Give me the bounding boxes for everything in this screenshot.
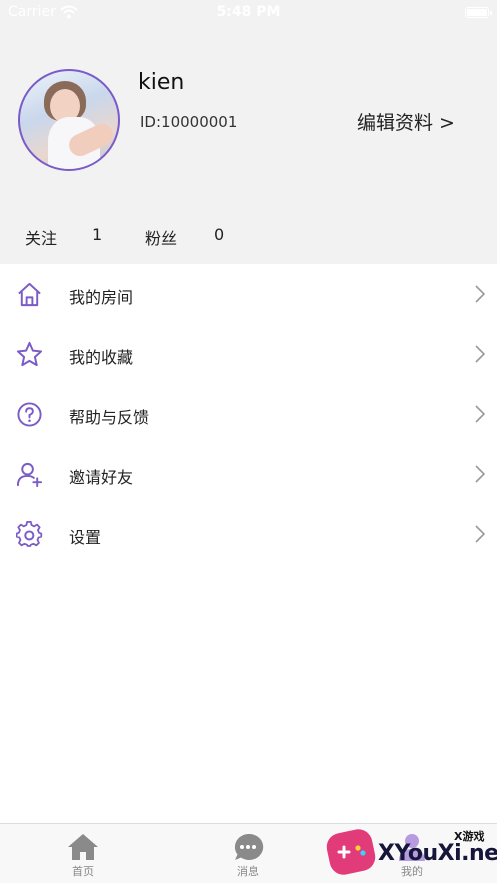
- chevron-right-icon: [475, 405, 485, 423]
- menu-item-label: 我的房间: [69, 288, 134, 307]
- status-bar: Carrier 5:48 PM: [0, 0, 497, 26]
- menu-item-label: 设置: [69, 528, 102, 547]
- gamepad-buttons-icon: [337, 845, 366, 859]
- battery-icon: [465, 7, 492, 18]
- menu-item-favorites[interactable]: 我的收藏: [0, 324, 497, 384]
- follow-count[interactable]: 1: [92, 225, 102, 244]
- menu-item-my-room[interactable]: 我的房间: [0, 264, 497, 324]
- status-time: 5:48 PM: [216, 4, 281, 20]
- menu-item-invite-friends[interactable]: 邀请好友: [0, 444, 497, 504]
- menu-item-label: 帮助与反馈: [69, 408, 150, 427]
- tab-messages[interactable]: 消息: [208, 832, 288, 879]
- menu-item-label: 我的收藏: [69, 348, 134, 367]
- follow-label[interactable]: 关注: [25, 225, 57, 249]
- help-icon: [17, 402, 42, 427]
- chevron-right-icon: [475, 285, 485, 303]
- fans-count[interactable]: 0: [214, 225, 224, 244]
- tab-label: 消息: [237, 865, 259, 878]
- home-tab-icon: [68, 834, 98, 860]
- tab-label: 首页: [72, 865, 94, 878]
- menu-item-settings[interactable]: 设置: [0, 504, 497, 564]
- watermark-main-text: XYouXi.net: [378, 841, 497, 866]
- chevron-right-icon: [475, 345, 485, 363]
- add-user-icon: [16, 462, 43, 488]
- user-id: ID:10000001: [140, 113, 238, 131]
- message-icon: [234, 833, 264, 860]
- star-icon: [16, 341, 43, 367]
- home-icon: [18, 282, 41, 307]
- edit-profile-button[interactable]: 编辑资料 >: [357, 108, 455, 135]
- profile-header: Carrier 5:48 PM kien ID:10000001 编辑资料 > …: [0, 0, 497, 264]
- user-name: kien: [138, 70, 185, 95]
- menu-item-label: 邀请好友: [69, 468, 134, 487]
- fans-label[interactable]: 粉丝: [145, 225, 177, 249]
- menu-list: 我的房间 我的收藏 帮助与反馈 邀请好友 设置: [0, 264, 497, 564]
- avatar[interactable]: [18, 69, 120, 171]
- chevron-right-icon: [475, 525, 485, 543]
- menu-item-help-feedback[interactable]: 帮助与反馈: [0, 384, 497, 444]
- chevron-right-icon: [475, 465, 485, 483]
- tab-home[interactable]: 首页: [43, 832, 123, 879]
- gear-icon: [16, 521, 43, 547]
- watermark: X游戏 XYouXi.net: [322, 823, 497, 883]
